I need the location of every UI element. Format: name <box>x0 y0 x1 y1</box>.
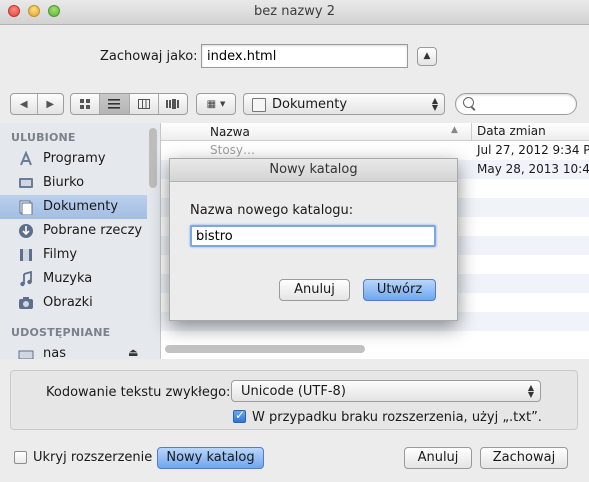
dropdown-arrow-icon: ▼ <box>220 100 226 108</box>
folder-name-input[interactable] <box>190 225 436 247</box>
list-view-button[interactable] <box>100 94 130 114</box>
arrange-menu-button[interactable]: ▦ ▼ <box>196 93 236 115</box>
updown-arrows-icon: ▲ ▼ <box>431 96 438 112</box>
search-icon <box>463 97 474 108</box>
dialog-title: Nowy katalog <box>170 159 457 182</box>
coverflow-view-button[interactable] <box>159 94 187 114</box>
back-forward-control: ◀ ▶ <box>10 93 64 115</box>
forward-arrow-icon: ▶ <box>46 98 55 110</box>
filename-input[interactable] <box>201 44 408 68</box>
icon-view-button[interactable] <box>71 94 101 114</box>
dialog-cancel-button[interactable]: Anuluj <box>279 279 350 301</box>
sort-indicator-icon: ▲ <box>451 125 458 135</box>
back-arrow-icon: ◀ <box>19 98 28 110</box>
txt-extension-checkbox[interactable] <box>233 408 246 423</box>
hide-extension-label: Ukryj rozszerzenie <box>33 450 153 465</box>
movies-icon <box>20 249 32 261</box>
encoding-value: Unicode (UTF-8) <box>241 384 346 399</box>
sidebar-item-label: Biurko <box>43 175 85 190</box>
downloads-icon <box>19 224 33 238</box>
sidebar-item-label: Filmy <box>43 247 78 262</box>
save-as-label: Zachowaj jako: <box>100 49 198 64</box>
documents-icon <box>19 200 33 215</box>
sidebar-item-downloads[interactable]: Pobrane rzeczy <box>0 219 147 243</box>
desktop-icon <box>19 178 33 188</box>
hide-extension-checkbox[interactable] <box>14 451 27 464</box>
back-button[interactable]: ◀ <box>11 94 38 114</box>
sidebar-item-documents[interactable]: Dokumenty <box>0 195 147 219</box>
shared-header: UDOSTĘPNIANE <box>11 326 111 339</box>
sidebar-item-label: Programy <box>43 151 106 166</box>
list-view-icon <box>108 99 121 109</box>
row-date: Jul 27, 2012 9:34 P <box>477 143 589 157</box>
coverflow-view-icon <box>165 99 179 109</box>
column-view-icon <box>137 99 150 109</box>
list-header: Nazwa ▲ Data zmian <box>161 123 589 141</box>
window-title: bez nazwy 2 <box>254 4 335 19</box>
folder-icon <box>252 98 266 112</box>
favorites-header: ULUBIONE <box>11 131 76 144</box>
search-field[interactable] <box>455 93 577 115</box>
sidebar-item-label: Pobrane rzeczy <box>43 223 143 238</box>
pictures-icon <box>19 297 33 309</box>
column-view-button[interactable] <box>130 94 159 114</box>
new-folder-dialog: Nowy katalog Nazwa nowego katalogu: Anul… <box>169 158 458 321</box>
folder-name-label: Nazwa nowego katalogu: <box>190 203 354 218</box>
cancel-button[interactable]: Anuluj <box>404 447 472 469</box>
title-bar[interactable]: bez nazwy 2 <box>0 0 589 25</box>
encoding-label: Kodowanie tekstu zwykłego: <box>46 385 231 400</box>
save-panel-window: bez nazwy 2 Zachowaj jako: ▲ ◀ ▶ ▦ ▼ Dok… <box>0 0 589 482</box>
server-icon <box>18 350 34 359</box>
column-name-header[interactable]: Nazwa <box>210 125 250 139</box>
txt-extension-label: W przypadku braku rozszerzenia, użyj „.t… <box>252 410 542 425</box>
arrange-grid-icon: ▦ <box>206 98 217 110</box>
location-label: Dokumenty <box>272 97 348 112</box>
sidebar-item-label: Dokumenty <box>43 199 119 214</box>
row-name: Stosy… <box>210 143 256 157</box>
sidebar-scrollbar[interactable] <box>149 128 157 188</box>
music-icon <box>20 271 32 287</box>
sidebar-item-label: Muzyka <box>43 271 93 286</box>
column-date-header[interactable]: Data zmian <box>471 123 546 140</box>
sidebar-item-label: Obrazki <box>43 295 93 310</box>
sidebar-item-movies[interactable]: Filmy <box>0 243 147 267</box>
list-horizontal-scrollbar[interactable] <box>165 345 365 353</box>
chevron-up-icon: ▲ <box>423 51 431 61</box>
sidebar-item-label: nas <box>43 346 66 359</box>
updown-arrows-icon: ▲ ▼ <box>527 383 534 399</box>
icon-view-icon <box>79 98 90 109</box>
collapse-panel-button[interactable]: ▲ <box>417 47 437 66</box>
save-button[interactable]: Zachowaj <box>480 447 568 469</box>
sidebar: ULUBIONE Programy Biurko Dokumenty Pobra… <box>0 123 161 359</box>
dialog-create-button[interactable]: Utwórz <box>363 279 436 301</box>
row-date: May 28, 2013 10:4 <box>477 162 589 176</box>
view-mode-control <box>70 93 188 115</box>
sidebar-item-pictures[interactable]: Obrazki <box>0 291 147 315</box>
sidebar-item-applications[interactable]: Programy <box>0 147 147 171</box>
eject-icon[interactable]: ⏏ <box>128 346 138 359</box>
sidebar-item-desktop[interactable]: Biurko <box>0 171 147 195</box>
sidebar-item-music[interactable]: Muzyka <box>0 267 147 291</box>
location-popup[interactable]: Dokumenty ▲ ▼ <box>243 93 445 115</box>
forward-button[interactable]: ▶ <box>38 94 64 114</box>
applications-icon <box>20 151 32 166</box>
sidebar-item-nas[interactable]: nas ⏏ <box>0 342 147 359</box>
encoding-popup[interactable]: Unicode (UTF-8) ▲ ▼ <box>231 380 541 402</box>
new-folder-button[interactable]: Nowy katalog <box>157 447 264 469</box>
